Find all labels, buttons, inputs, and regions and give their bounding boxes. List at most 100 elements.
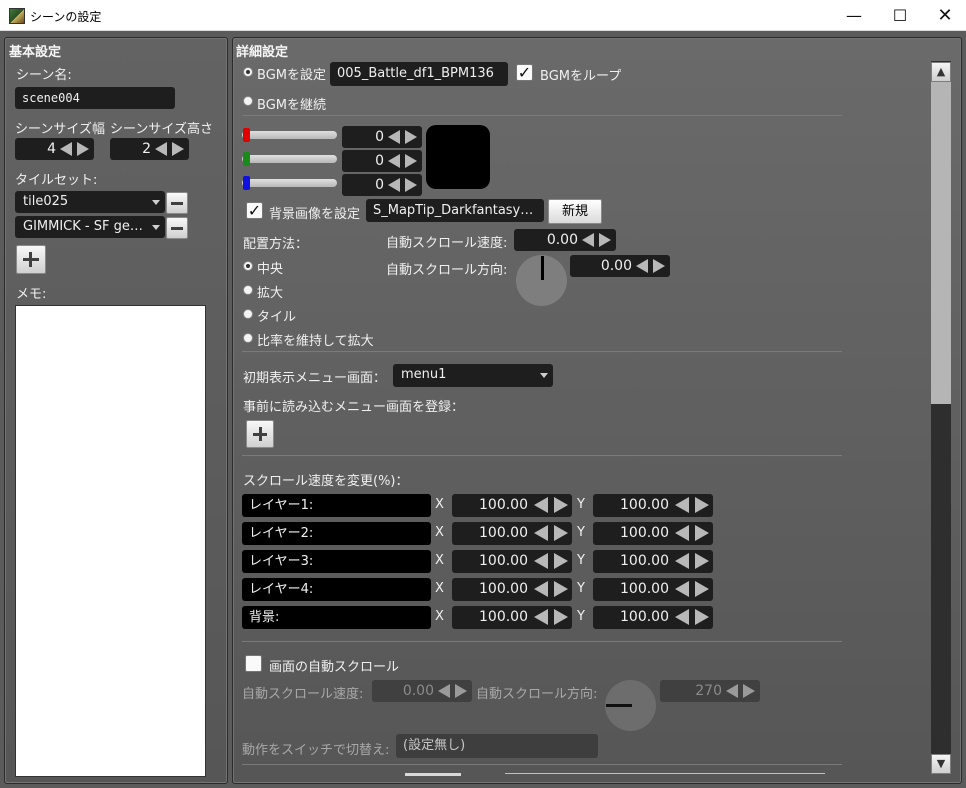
increment-arrow-icon[interactable] [405,154,417,168]
blue-slider-handle[interactable] [243,176,250,190]
layer-x-stepper[interactable]: 100.00 [452,494,572,517]
initial-menu-select[interactable]: menu1 [393,364,553,387]
increment-arrow-icon[interactable] [695,609,709,625]
screen-auto-scroll-checkbox[interactable] [245,655,262,672]
placement-keep-ratio-radio[interactable] [243,333,253,343]
red-stepper[interactable]: 0 [342,126,422,148]
bgm-file-field[interactable]: 005_Battle_df1_BPM136 [330,62,508,86]
decrement-arrow-icon[interactable] [534,525,548,541]
decrement-arrow-icon[interactable] [675,609,689,625]
decrement-arrow-icon[interactable] [388,154,400,168]
increment-arrow-icon[interactable] [695,497,709,513]
decrement-arrow-icon[interactable] [636,259,648,273]
increment-arrow-icon[interactable] [405,130,417,144]
placement-stretch-radio[interactable] [243,285,253,295]
bgm-continue-radio[interactable] [243,96,253,106]
decrement-arrow-icon[interactable] [726,684,738,698]
decrement-arrow-icon[interactable] [60,142,72,156]
increment-arrow-icon[interactable] [554,581,568,597]
screen-scroll-speed-stepper[interactable]: 0.00 [372,680,472,702]
red-slider-handle[interactable] [243,128,250,142]
increment-arrow-icon[interactable] [695,553,709,569]
maximize-button[interactable]: ☐ [877,0,923,31]
decrement-arrow-icon[interactable] [534,497,548,513]
blue-slider[interactable] [242,179,337,187]
red-slider[interactable] [242,131,337,139]
scroll-down-icon[interactable]: ▼ [931,754,951,774]
increment-arrow-icon[interactable] [695,525,709,541]
decrement-arrow-icon[interactable] [534,581,548,597]
bg-image-file-field[interactable]: S_MapTip_Darkfantasy… [366,199,544,222]
layer-x-stepper[interactable]: 100.00 [452,550,572,573]
close-button[interactable]: ✕ [922,0,966,31]
add-preload-menu-button[interactable] [246,420,274,448]
decrement-arrow-icon[interactable] [534,609,548,625]
layer-y-stepper[interactable]: 100.00 [593,578,713,601]
scrollbar-thumb[interactable] [931,82,951,404]
decrement-arrow-icon[interactable] [534,553,548,569]
decrement-arrow-icon[interactable] [675,581,689,597]
green-slider[interactable] [242,155,337,163]
layer-x-stepper[interactable]: 100.00 [452,578,572,601]
decrement-arrow-icon[interactable] [388,130,400,144]
tileset-select-2[interactable]: GIMMICK - SF ge… [15,216,165,238]
y-label: Y [577,525,585,540]
bgm-set-radio[interactable] [243,67,253,77]
scene-name-input[interactable]: scene004 [15,87,175,109]
new-bg-image-button[interactable]: 新規 [548,199,602,224]
remove-tileset-button[interactable] [166,192,188,214]
layer-name-field[interactable]: レイヤー1: [242,494,431,517]
increment-arrow-icon[interactable] [554,525,568,541]
placement-center-radio[interactable] [243,261,253,271]
layer-x-stepper[interactable]: 100.00 [452,522,572,545]
increment-arrow-icon[interactable] [172,142,184,156]
add-tileset-button[interactable] [16,245,46,274]
increment-arrow-icon[interactable] [405,178,417,192]
auto-scroll-speed-stepper[interactable]: 0.00 [514,229,616,251]
layer-name-field[interactable]: レイヤー2: [242,522,431,545]
detail-settings-header: 詳細設定 [236,45,289,60]
auto-scroll-direction-stepper[interactable]: 0.00 [570,255,670,277]
increment-arrow-icon[interactable] [77,142,89,156]
memo-textarea[interactable] [15,305,206,777]
green-slider-handle[interactable] [243,152,250,166]
screen-scroll-direction-stepper[interactable]: 270 [660,680,760,702]
decrement-arrow-icon[interactable] [675,525,689,541]
remove-tileset-button[interactable] [166,217,188,239]
decrement-arrow-icon[interactable] [155,142,167,156]
switch-toggle-field[interactable]: (設定無し) [396,734,598,758]
green-stepper[interactable]: 0 [342,150,422,172]
increment-arrow-icon[interactable] [653,259,665,273]
layer-name-field[interactable]: レイヤー3: [242,550,431,573]
layer-x-stepper[interactable]: 100.00 [452,606,572,629]
scroll-up-icon[interactable]: ▲ [931,62,951,82]
layer-name-field[interactable]: 背景: [242,606,431,629]
scene-height-stepper[interactable]: 2 [110,138,189,160]
bg-image-checkbox[interactable]: ✓ [246,202,263,219]
color-preview-swatch[interactable] [426,125,490,189]
decrement-arrow-icon[interactable] [438,684,450,698]
bgm-loop-checkbox[interactable]: ✓ [516,64,533,81]
minimize-button[interactable]: — [831,0,877,31]
tileset-select-1[interactable]: tile025 [15,191,165,213]
layer-y-stepper[interactable]: 100.00 [593,550,713,573]
layer-y-stepper[interactable]: 100.00 [593,606,713,629]
screen-scroll-direction-label: 自動スクロール方向: [476,687,598,702]
decrement-arrow-icon[interactable] [388,178,400,192]
increment-arrow-icon[interactable] [455,684,467,698]
decrement-arrow-icon[interactable] [582,233,594,247]
increment-arrow-icon[interactable] [554,609,568,625]
increment-arrow-icon[interactable] [599,233,611,247]
layer-y-stepper[interactable]: 100.00 [593,494,713,517]
increment-arrow-icon[interactable] [695,581,709,597]
layer-y-stepper[interactable]: 100.00 [593,522,713,545]
increment-arrow-icon[interactable] [554,553,568,569]
increment-arrow-icon[interactable] [554,497,568,513]
placement-tile-radio[interactable] [243,309,253,319]
decrement-arrow-icon[interactable] [675,497,689,513]
layer-name-field[interactable]: レイヤー4: [242,578,431,601]
scene-width-stepper[interactable]: 4 [15,138,94,160]
increment-arrow-icon[interactable] [743,684,755,698]
decrement-arrow-icon[interactable] [675,553,689,569]
blue-stepper[interactable]: 0 [342,174,422,196]
